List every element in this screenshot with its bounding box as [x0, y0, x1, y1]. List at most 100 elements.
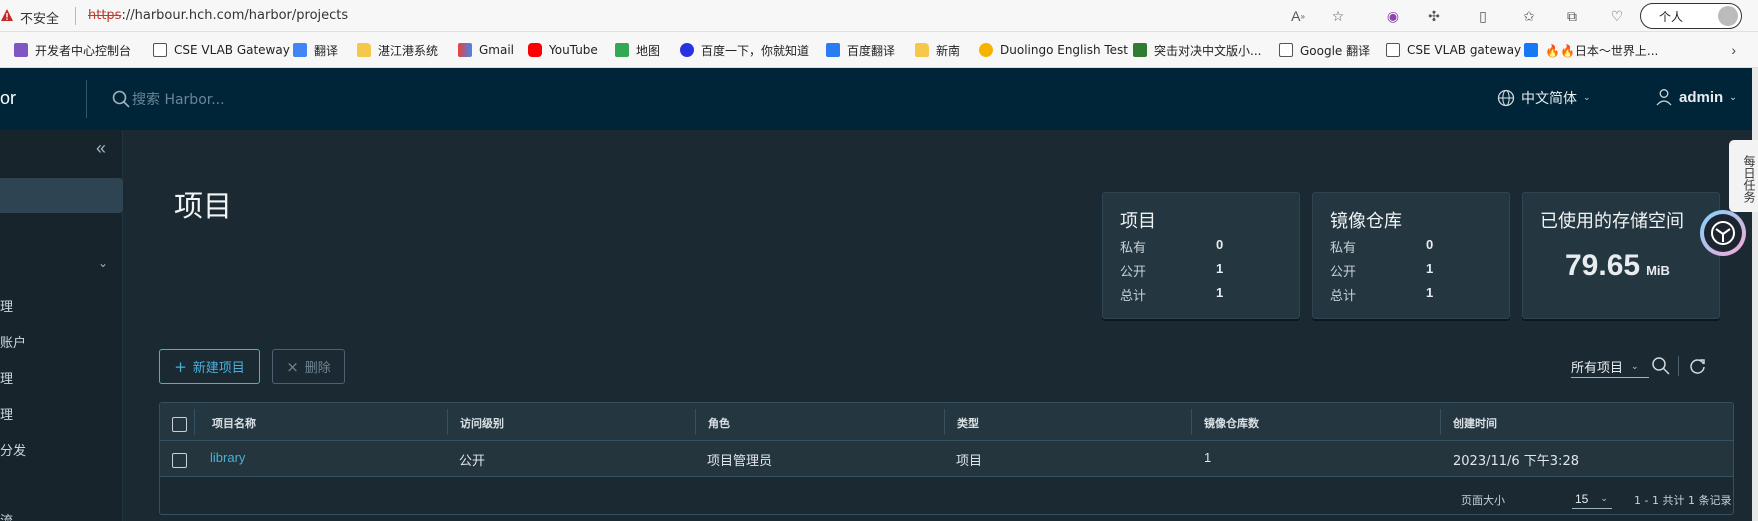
sidebar-item[interactable]: 理 — [0, 404, 13, 423]
bookmark-label: 🔥🔥日本～世界上... — [1545, 43, 1659, 58]
bookmark-label: 新南 — [936, 43, 961, 58]
split-screen-icon[interactable]: ▯ — [1473, 6, 1493, 26]
page-size-value: 15 — [1575, 491, 1589, 506]
storage-value-wrap: 79.65 MiB — [1565, 249, 1670, 283]
bookmark-item[interactable]: 翻译 — [293, 41, 338, 59]
bookmark-item[interactable]: 新南 — [915, 41, 960, 59]
select-all-checkbox[interactable] — [172, 417, 187, 432]
column-header[interactable]: 镜像仓库数 — [1204, 415, 1259, 431]
bookmark-item[interactable]: 百度翻译 — [826, 41, 895, 59]
filter-label: 所有项目 — [1571, 361, 1624, 376]
page-title: 项目 — [174, 189, 233, 223]
sidebar-item[interactable]: 分发 — [0, 440, 26, 459]
creation-time-cell: 2023/11/6 下午3:28 — [1453, 454, 1579, 469]
url-field[interactable]: https://harbour.hch.com/harbor/projects — [88, 8, 348, 23]
favorites-icon[interactable]: ✩ — [1519, 6, 1539, 26]
card-row-label: 总计 — [1120, 289, 1147, 304]
daily-task-tab[interactable]: 每日任务 — [1729, 140, 1758, 212]
bookmark-item[interactable]: Google 翻译 — [1279, 41, 1370, 59]
security-label[interactable]: 不安全 — [20, 8, 59, 27]
storage-value: 79.65 — [1565, 249, 1641, 282]
language-selector[interactable]: 中文简体 ⌄ — [1497, 88, 1591, 108]
project-name-link[interactable]: library — [210, 450, 245, 465]
row-checkbox[interactable] — [172, 453, 187, 468]
address-divider — [75, 7, 76, 25]
sidebar-item[interactable]: 理 — [0, 368, 13, 387]
column-header[interactable]: 类型 — [957, 415, 979, 431]
sidebar-item[interactable]: 理 — [0, 296, 13, 315]
column-divider — [1191, 409, 1192, 435]
user-menu[interactable]: admin ⌄ — [1655, 88, 1737, 106]
bookmark-item[interactable]: 🔥🔥日本～世界上... — [1524, 41, 1658, 59]
bookmark-label: 突击对决中文版小... — [1154, 43, 1262, 58]
page-size-select[interactable]: 15 ⌄ — [1572, 489, 1612, 509]
folder-icon — [357, 43, 371, 57]
bookmark-item[interactable]: 开发者中心控制台 — [14, 41, 131, 59]
column-divider — [1440, 409, 1441, 435]
bookmark-label: 翻译 — [314, 43, 339, 58]
copilot-icon[interactable]: ◉ — [1383, 6, 1403, 26]
translate-icon — [293, 43, 307, 57]
scrollbar[interactable] — [1752, 68, 1758, 521]
card-row-value: 1 — [1426, 285, 1434, 300]
bookmark-item[interactable]: Gmail — [458, 41, 514, 59]
bookmark-item[interactable]: YouTube — [528, 41, 598, 59]
bookmark-item[interactable]: 湛江港系统 — [357, 41, 438, 59]
projects-table: 项目名称 访问级别 角色 类型 镜像仓库数 创建时间 library 公开 项目… — [159, 402, 1734, 515]
card-row-value: 0 — [1216, 237, 1224, 252]
bookmark-item[interactable]: Duolingo English Test — [979, 41, 1128, 59]
card-row-label: 公开 — [1330, 265, 1357, 280]
bookmark-label: CSE VLAB gateway — [1407, 43, 1522, 57]
new-project-label: 新建项目 — [192, 361, 245, 376]
refresh-icon[interactable] — [1688, 356, 1708, 376]
extensions-icon[interactable]: ✣ — [1424, 6, 1444, 26]
toolbar-divider — [1678, 356, 1679, 376]
url-path: ://harbour.hch.com/harbor/projects — [121, 8, 349, 23]
bookmark-item[interactable]: CSE VLAB gateway — [1386, 41, 1521, 59]
sidebar: « ⌄ 理 账户 理 理 分发 流 — [0, 130, 123, 521]
baidu-translate-icon — [826, 43, 840, 57]
brand-title[interactable]: or — [0, 88, 16, 109]
card-row-value: 0 — [1426, 237, 1434, 252]
bookmark-item[interactable]: 地图 — [615, 41, 660, 59]
bookmark-label: Duolingo English Test — [1000, 43, 1129, 57]
favorite-icon[interactable]: ☆ — [1328, 6, 1348, 26]
chevron-down-icon[interactable]: ⌄ — [98, 256, 108, 270]
browser-essentials-icon[interactable]: ♡ — [1607, 6, 1627, 26]
bookmark-item[interactable]: 百度一下，你就知道 — [680, 41, 809, 59]
card-row-label: 私有 — [1330, 241, 1357, 256]
chevron-down-icon: ⌄ — [1600, 493, 1608, 503]
bookmark-item[interactable]: CSE VLAB Gateway — [153, 41, 290, 59]
assistant-bubble[interactable] — [1700, 210, 1746, 256]
chevron-right-icon[interactable]: › — [1731, 42, 1736, 58]
sidebar-item[interactable]: 账户 — [0, 332, 26, 351]
collections-icon[interactable]: ⧉ — [1562, 6, 1582, 26]
search-input[interactable] — [132, 91, 432, 109]
column-header[interactable]: 创建时间 — [1453, 415, 1497, 431]
table-footer: 页面大小 15 ⌄ 1 - 1 共计 1 条记录 — [160, 477, 1733, 515]
sidebar-item-projects[interactable] — [0, 178, 123, 213]
youtube-icon — [528, 43, 542, 57]
folder-icon — [915, 43, 929, 57]
new-project-button[interactable]: + 新建项目 — [159, 349, 260, 384]
browser-address-bar: 不安全 https://harbour.hch.com/harbor/proje… — [0, 0, 1758, 32]
profile-button[interactable]: 个人 — [1640, 3, 1742, 29]
column-header[interactable]: 访问级别 — [460, 415, 504, 431]
page-size-label: 页面大小 — [1461, 494, 1505, 507]
delete-button[interactable]: × 删除 — [272, 349, 345, 384]
bookmark-item[interactable]: 突击对决中文版小... — [1133, 41, 1261, 59]
table-row[interactable]: library 公开 项目管理员 项目 1 2023/11/6 下午3:28 — [160, 441, 1733, 477]
user-name: admin — [1679, 88, 1724, 106]
user-icon — [1656, 89, 1672, 106]
search-icon[interactable] — [1651, 356, 1671, 376]
column-header[interactable]: 角色 — [708, 415, 730, 431]
project-filter-select[interactable]: 所有项目 ⌄ — [1571, 356, 1649, 378]
read-aloud-icon[interactable]: A» — [1288, 6, 1308, 26]
column-divider — [447, 409, 448, 435]
collapse-sidebar-icon[interactable]: « — [96, 138, 106, 159]
card-title: 项目 — [1120, 211, 1156, 232]
page-icon — [1279, 43, 1293, 57]
column-header[interactable]: 项目名称 — [212, 415, 256, 431]
sidebar-item[interactable]: 流 — [0, 510, 13, 521]
close-icon: × — [286, 357, 299, 376]
